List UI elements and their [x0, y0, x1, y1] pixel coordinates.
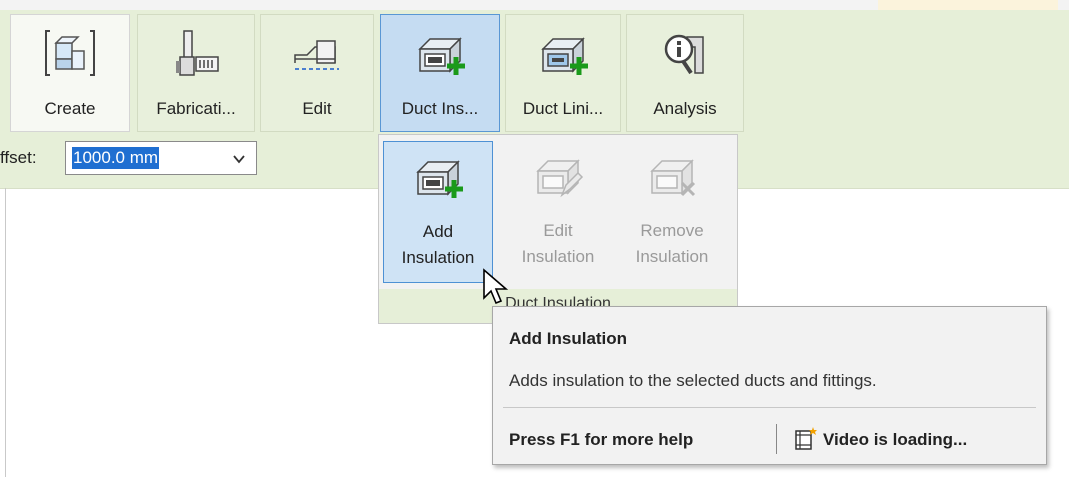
- duct-insulation-button[interactable]: Duct Ins...: [380, 14, 500, 132]
- analysis-icon: [664, 34, 704, 75]
- remove-insulation-line2: Insulation: [635, 247, 709, 266]
- tooltip-video-text: Video is loading...: [823, 430, 968, 449]
- create-button[interactable]: Create: [10, 14, 130, 132]
- tooltip-description: Adds insulation to the selected ducts an…: [509, 371, 877, 390]
- duct-lining-icon: [541, 37, 588, 75]
- mouse-cursor-icon: [483, 268, 508, 305]
- ribbon-top-strip: [0, 0, 1069, 10]
- offset-label: ffset:: [0, 148, 37, 167]
- add-insulation-line2: Insulation: [401, 248, 475, 267]
- tooltip-help-text: Press F1 for more help: [509, 430, 694, 449]
- remove-insulation-icon: [650, 159, 696, 197]
- chevron-down-icon[interactable]: [232, 152, 246, 166]
- video-icon: [795, 427, 817, 450]
- tooltip-vertical-separator: [776, 424, 777, 454]
- edit-button[interactable]: Edit: [260, 14, 374, 132]
- offset-value[interactable]: 1000.0 mm: [72, 147, 160, 169]
- edit-insulation-button: Edit Insulation: [503, 141, 613, 283]
- edit-insulation-line2: Insulation: [521, 247, 595, 266]
- duct-insulation-icon: [418, 37, 465, 75]
- fabrication-button[interactable]: Fabricati...: [137, 14, 255, 132]
- fabrication-label: Fabricati...: [156, 99, 236, 118]
- add-insulation-line1: Add: [422, 222, 454, 241]
- create-icon: [45, 30, 95, 76]
- add-insulation-icon: [416, 160, 463, 198]
- tooltip-separator: [503, 407, 1036, 408]
- tooltip: Add Insulation Adds insulation to the se…: [492, 306, 1047, 465]
- create-label: Create: [44, 99, 96, 118]
- duct-lining-label: Duct Lini...: [522, 99, 604, 118]
- offset-dropdown[interactable]: 1000.0 mm: [65, 141, 257, 175]
- analysis-label: Analysis: [653, 99, 717, 118]
- edit-icon: [294, 40, 339, 70]
- remove-insulation-line1: Remove: [640, 221, 704, 240]
- duct-lining-button[interactable]: Duct Lini...: [505, 14, 621, 132]
- canvas-left-border: [5, 188, 6, 477]
- analysis-button[interactable]: Analysis: [626, 14, 744, 132]
- edit-insulation-line1: Edit: [543, 221, 573, 240]
- add-insulation-button[interactable]: Add Insulation: [383, 141, 493, 283]
- remove-insulation-button: Remove Insulation: [617, 141, 727, 283]
- duct-insulation-dropdown: Add Insulation Edit Insulation Remove In…: [378, 134, 738, 324]
- duct-insulation-label: Duct Ins...: [401, 99, 479, 118]
- tooltip-title: Add Insulation: [509, 329, 628, 348]
- fabrication-icon: [176, 30, 219, 76]
- edit-insulation-icon: [536, 159, 584, 198]
- edit-label: Edit: [302, 99, 332, 118]
- ribbon-highlight-strip: [878, 0, 1058, 10]
